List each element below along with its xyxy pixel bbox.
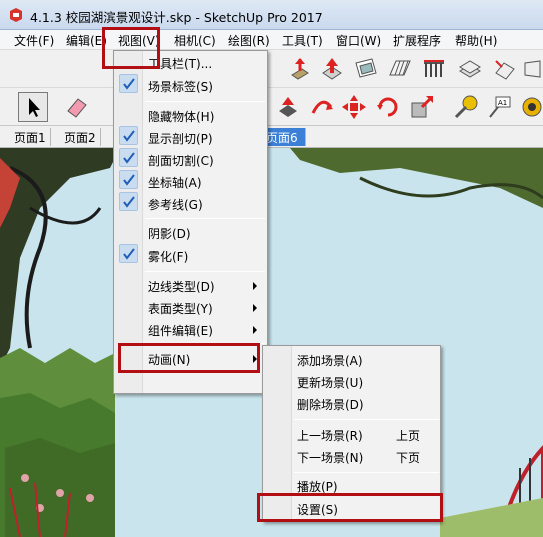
menu-draw[interactable]: 绘图(R) — [228, 32, 270, 49]
submenu-arrow-icon — [253, 282, 257, 290]
menu-edit[interactable]: 编辑(E) — [66, 32, 107, 49]
toolbar-row-2: A1 — [0, 88, 543, 126]
menu-item-next-scene[interactable]: 下一场景(N) — [297, 449, 363, 466]
more-tools-icon[interactable] — [522, 55, 543, 83]
scale-tool-icon[interactable] — [408, 93, 436, 121]
menu-item-guides[interactable]: 参考线(G) — [148, 196, 203, 213]
fence-icon[interactable] — [420, 55, 448, 83]
menu-item-fog[interactable]: 雾化(F) — [148, 248, 188, 265]
highlight-animation-item — [118, 343, 260, 373]
highlight-view-menu — [102, 27, 160, 69]
tab-scene-6[interactable]: 页面6 — [262, 128, 306, 146]
menu-item-component-edit[interactable]: 组件编辑(E) — [148, 322, 213, 339]
select-tool-button[interactable] — [18, 92, 48, 122]
menu-item-section-cuts[interactable]: 剖面切割(C) — [148, 152, 214, 169]
svg-text:A1: A1 — [498, 99, 507, 107]
menu-gutter — [114, 51, 143, 393]
eraser-icon[interactable] — [62, 93, 90, 121]
menu-window[interactable]: 窗口(W) — [336, 32, 381, 49]
tape-measure-icon[interactable] — [452, 93, 480, 121]
paint-bucket-icon[interactable] — [518, 93, 543, 121]
menu-item-hidden-geometry[interactable]: 隐藏物体(H) — [148, 108, 214, 125]
tab-scene-1[interactable]: 页面1 — [10, 128, 51, 146]
menu-item-face-style[interactable]: 表面类型(Y) — [148, 300, 213, 317]
text-label-icon[interactable]: A1 — [486, 93, 514, 121]
menu-tools[interactable]: 工具(T) — [282, 32, 323, 49]
menu-item-update-scene[interactable]: 更新场景(U) — [297, 374, 363, 391]
checkmark-icon — [119, 170, 138, 189]
shortcut-page-down: 下页 — [395, 451, 420, 465]
checkmark-icon — [119, 244, 138, 263]
push-pull-red-icon[interactable] — [274, 93, 302, 121]
menu-item-section-planes[interactable]: 显示剖切(P) — [148, 130, 213, 147]
arrow-cursor-icon — [29, 98, 40, 117]
shortcut-page-up: 上页 — [395, 429, 420, 443]
menu-separator — [145, 101, 265, 102]
menu-item-shadows[interactable]: 阴影(D) — [148, 225, 191, 242]
section-plane-icon[interactable] — [352, 55, 380, 83]
move-icon[interactable] — [340, 93, 368, 121]
scene-tabs: 页面1 页面2 页面6 — [0, 126, 543, 148]
title-bar: 4.1.3 校园湖滨景观设计.skp - SketchUp Pro 2017 — [0, 0, 543, 30]
toolbar-row-1 — [0, 50, 543, 88]
checkmark-icon — [119, 148, 138, 167]
submenu-arrow-icon — [253, 304, 257, 312]
menu-separator — [145, 271, 265, 272]
menu-file[interactable]: 文件(F) — [14, 32, 54, 49]
checkmark-icon — [119, 192, 138, 211]
menu-item-edge-style[interactable]: 边线类型(D) — [148, 278, 215, 295]
push-pull-icon[interactable] — [286, 55, 314, 83]
checkmark-icon — [119, 74, 138, 93]
scale-icon[interactable] — [490, 55, 518, 83]
window-title: 4.1.3 校园湖滨景观设计.skp - SketchUp Pro 2017 — [30, 10, 323, 25]
menu-separator — [145, 218, 265, 219]
submenu-arrow-icon — [253, 326, 257, 334]
menu-item-scene-tabs[interactable]: 场景标签(S) — [148, 78, 213, 95]
menu-item-delete-scene[interactable]: 删除场景(D) — [297, 396, 364, 413]
follow-me-icon[interactable] — [308, 93, 336, 121]
menu-extensions[interactable]: 扩展程序 — [393, 32, 441, 49]
menu-separator — [294, 472, 439, 473]
move-up-icon[interactable] — [318, 55, 346, 83]
sketchup-logo-icon — [10, 8, 22, 22]
menu-separator — [294, 419, 439, 420]
checkmark-icon — [119, 126, 138, 145]
menu-camera[interactable]: 相机(C) — [174, 32, 216, 49]
menu-item-axes[interactable]: 坐标轴(A) — [148, 174, 202, 191]
highlight-settings-item — [257, 493, 443, 522]
menu-bar: 文件(F) 编辑(E) 视图(V) 相机(C) 绘图(R) 工具(T) 窗口(W… — [0, 30, 543, 50]
rotate-icon[interactable] — [374, 93, 402, 121]
tab-scene-2[interactable]: 页面2 — [60, 128, 101, 146]
menu-item-previous-scene[interactable]: 上一场景(R) — [297, 427, 363, 444]
menu-item-add-scene[interactable]: 添加场景(A) — [297, 352, 363, 369]
grid-plane-icon[interactable] — [386, 55, 414, 83]
stack-icon[interactable] — [456, 55, 484, 83]
menu-help[interactable]: 帮助(H) — [455, 32, 497, 49]
